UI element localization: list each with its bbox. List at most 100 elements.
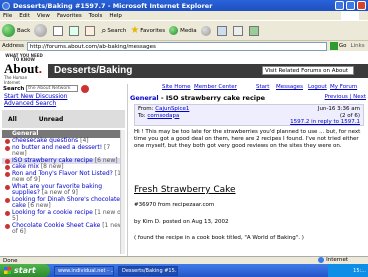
sidebar-links: Start New Discussion Advanced Search	[0, 93, 127, 107]
recipe-note: ( found the recipe in a cook book titled…	[134, 235, 304, 241]
thread-title: Looking for a cookie recipe	[12, 208, 93, 216]
recipe-source: #36970 from recipezaar.com	[134, 202, 215, 208]
logout-link[interactable]: Logout	[308, 84, 327, 90]
taskbar: start www.individual.net - ... Desserts/…	[0, 264, 368, 277]
go-button[interactable]: Go	[329, 42, 347, 50]
thread-list-scrollbar[interactable]	[120, 130, 125, 254]
stop-icon	[53, 25, 64, 36]
thread-title: ISO strawberry cake recipe	[165, 94, 266, 102]
go-arrow-icon	[329, 42, 338, 50]
thread-list: General cheesecake questions [4] no butt…	[2, 130, 125, 254]
mail-button[interactable]	[216, 25, 229, 36]
mail-icon	[216, 25, 227, 36]
from-user-link[interactable]: CajunSpice1	[155, 106, 189, 112]
start-button[interactable]: start	[0, 264, 50, 277]
logo-wordmark: About.	[4, 61, 42, 76]
menu-view[interactable]: View	[37, 13, 50, 19]
menu-tools[interactable]: Tools	[89, 13, 103, 19]
thread-item[interactable]: Chocolate Cookie Sheet Cake [1 new of 6]	[2, 222, 125, 236]
forward-button[interactable]	[34, 24, 49, 37]
about-logo[interactable]: WHAT YOU NEED TO KNOW About. The Human I…	[4, 54, 44, 86]
my-forums-link[interactable]: My Forum	[330, 84, 357, 90]
thread-count: [6 new]	[94, 156, 118, 164]
back-button[interactable]: Back	[2, 24, 30, 37]
window-titlebar: Desserts/Baking #1597.7 - Microsoft Inte…	[0, 0, 368, 11]
page-content: WHAT YOU NEED TO KNOW About. The Human I…	[0, 51, 368, 256]
zone-label: Internet	[326, 257, 348, 263]
home-button[interactable]	[85, 25, 97, 36]
address-label: Address	[2, 43, 24, 49]
logo-name: About	[4, 61, 39, 76]
media-icon	[169, 26, 179, 35]
search-input[interactable]: the About Network	[26, 85, 79, 92]
media-label: Media	[180, 27, 197, 34]
thread-category-link[interactable]: General	[130, 94, 159, 102]
home-icon	[85, 25, 96, 36]
globe-icon	[318, 257, 325, 263]
taskbar-item[interactable]: www.individual.net - ...	[54, 265, 114, 276]
minimize-button[interactable]	[335, 1, 344, 10]
top-nav: Site Home Member Center Start Messages L…	[130, 84, 368, 92]
print-icon	[232, 25, 243, 36]
back-label: Back	[17, 27, 31, 34]
toolbar: Back ⌕ Search ★ Favorites Media	[0, 20, 368, 40]
to-user-link[interactable]: cornsodapa	[147, 113, 179, 119]
refresh-icon	[69, 25, 80, 36]
history-icon	[200, 25, 211, 36]
address-bar: Address http://forums.about.com/ab-bakin…	[0, 40, 368, 51]
to-label: To:	[138, 112, 146, 119]
tab-unread[interactable]: Unread	[39, 116, 64, 123]
recipe-author: by Kim D. posted on Aug 13, 2002	[134, 219, 229, 225]
history-button[interactable]	[200, 25, 213, 36]
menu-help[interactable]: Help	[109, 13, 122, 19]
favorites-button[interactable]: ★ Favorites	[130, 25, 165, 36]
refresh-button[interactable]	[69, 25, 81, 36]
taskbar-item-active[interactable]: Desserts/Baking #15...	[118, 265, 178, 276]
windows-logo	[341, 11, 359, 20]
start-label: start	[14, 266, 36, 275]
start-discussion-link[interactable]: Start New Discussion	[4, 93, 67, 100]
stop-button[interactable]	[53, 25, 65, 36]
start-link[interactable]: Start	[256, 84, 269, 90]
messenger-icon	[248, 25, 259, 36]
go-label: Go	[338, 43, 347, 49]
next-link[interactable]: Next	[353, 94, 366, 100]
close-button[interactable]	[357, 1, 366, 10]
search-go-icon[interactable]	[81, 84, 90, 93]
site-home-link[interactable]: Site Home	[162, 84, 191, 90]
messages-link[interactable]: Messages	[276, 84, 303, 90]
window-title: Desserts/Baking #1597.7 - Microsoft Inte…	[13, 1, 213, 10]
maximize-button[interactable]	[346, 1, 355, 10]
previous-link[interactable]: Previous	[325, 94, 348, 100]
menu-file[interactable]: File	[3, 13, 12, 19]
message-pane: Site Home Member Center Start Messages L…	[130, 84, 368, 256]
advanced-search-link[interactable]: Advanced Search	[4, 100, 56, 107]
tab-all[interactable]: All	[8, 116, 17, 123]
message-meta: From: CajunSpice1 Jun-16 3:36 am To: cor…	[134, 104, 364, 126]
back-arrow-icon	[2, 24, 15, 37]
messenger-button[interactable]	[248, 25, 261, 36]
search-button[interactable]: ⌕ Search	[101, 26, 126, 36]
ie-icon	[2, 1, 10, 10]
member-center-link[interactable]: Member Center	[194, 84, 237, 90]
message-position: (2 of 6)	[339, 112, 360, 119]
forward-arrow-icon	[34, 24, 48, 37]
message-nav: Previous | Next	[324, 94, 366, 100]
forum-header-band: Desserts/Baking Visit Related Forums on …	[48, 64, 368, 78]
system-tray: 15:...	[328, 264, 368, 277]
media-button[interactable]: Media	[169, 26, 197, 35]
recipe-title: Fresh Strawberry Cake	[134, 185, 236, 195]
address-input[interactable]: http://forums.about.com/ab-baking/messag…	[26, 41, 327, 51]
sidebar-search: Search the About Network	[0, 84, 127, 93]
related-forums-select[interactable]: Visit Related Forums on About	[262, 66, 354, 75]
print-button[interactable]	[232, 25, 245, 36]
favorites-label: Favorites	[140, 27, 166, 34]
links-label[interactable]: Links	[351, 43, 365, 49]
from-label: From:	[138, 106, 154, 112]
clock: 15:...	[353, 267, 366, 274]
message-body: Hi ! This may be too late for the strawb…	[134, 129, 361, 149]
sidebar: Search the About Network Start New Discu…	[0, 84, 128, 256]
reply-reference-link[interactable]: 1597.2 in reply to 1597.1	[290, 119, 360, 125]
menu-favorites[interactable]: Favorites	[57, 13, 82, 19]
menu-edit[interactable]: Edit	[19, 13, 30, 19]
